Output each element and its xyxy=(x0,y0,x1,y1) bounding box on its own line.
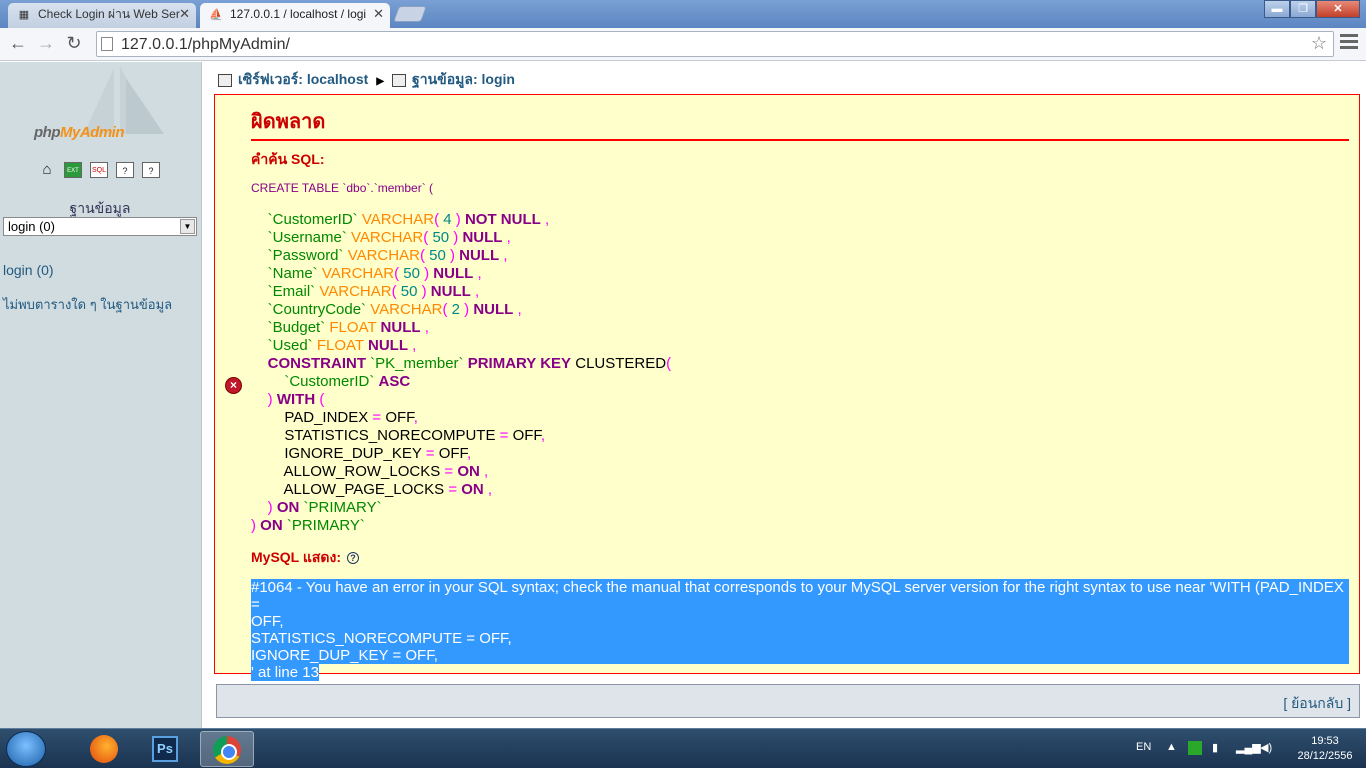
logo-php: php xyxy=(34,124,61,141)
database-link[interactable]: login (0) xyxy=(3,262,54,278)
error-icon: × xyxy=(225,377,242,394)
sql-first-line: CREATE TABLE `dbo`.`member` ( xyxy=(251,181,434,195)
taskbar-chrome[interactable] xyxy=(200,731,254,767)
clock[interactable]: 19:53 28/12/2556 xyxy=(1290,734,1360,764)
mysql-said-text: MySQL แสดง: xyxy=(251,549,342,565)
taskbar-photoshop[interactable]: Ps xyxy=(140,731,194,767)
mysql-said-label: MySQL แสดง:? xyxy=(251,547,360,569)
firefox-icon xyxy=(90,735,118,763)
clock-date: 28/12/2556 xyxy=(1297,750,1353,762)
chevron-down-icon[interactable]: ▼ xyxy=(180,219,195,234)
back-bar: [ ย้อนกลับ ] xyxy=(216,684,1360,718)
tab-label: 127.0.0.1 / localhost / logi xyxy=(230,7,367,21)
volume-icon[interactable]: ◀) xyxy=(1260,741,1272,754)
close-tab-icon[interactable]: ✕ xyxy=(179,3,190,25)
database-select[interactable]: login (0) ▼ xyxy=(3,217,197,236)
server-icon xyxy=(218,73,232,87)
network-app-icon[interactable] xyxy=(1188,741,1202,755)
tab-check-login[interactable]: ▦ Check Login ผ่าน Web Ser ✕ xyxy=(8,3,196,28)
device-icon[interactable]: ▮ xyxy=(1212,741,1218,754)
page-icon xyxy=(101,37,113,51)
browser-toolbar: ← → ↻ 127.0.0.1/phpMyAdmin/ ☆ xyxy=(0,28,1366,61)
sql-query-label: คำค้น SQL: xyxy=(251,151,325,167)
back-arrow-icon[interactable]: ← xyxy=(6,32,30,56)
error-box: ผิดพลาด คำค้น SQL: CREATE TABLE `dbo`.`m… xyxy=(214,94,1360,681)
sql-query-body: `CustomerID` VARCHAR( 4 ) NOT NULL , `Us… xyxy=(251,211,672,534)
close-window-button[interactable]: ✕ xyxy=(1316,0,1360,18)
logo-myadmin: MyAdmin xyxy=(60,124,125,141)
error-line: #1064 - You have an error in your SQL sy… xyxy=(251,579,1349,613)
mysql-error-message: #1064 - You have an error in your SQL sy… xyxy=(251,579,1349,681)
docs-icon[interactable]: ? xyxy=(116,162,134,178)
database-select-value: login (0) xyxy=(8,219,55,234)
error-title: ผิดพลาด xyxy=(251,105,1349,141)
breadcrumb: เซิร์ฟเวอร์: localhost ▶ ฐานข้อมูล: login xyxy=(218,69,515,91)
window-controls: ▬ ❐ ✕ xyxy=(1264,0,1360,18)
minimize-button[interactable]: ▬ xyxy=(1264,0,1290,18)
tab-label: Check Login ผ่าน Web Ser xyxy=(38,7,180,21)
error-line: IGNORE_DUP_KEY = OFF, xyxy=(251,647,1349,664)
clock-time: 19:53 xyxy=(1311,735,1339,747)
breadcrumb-database[interactable]: ฐานข้อมูล: login xyxy=(412,71,515,87)
pma-icon: ⛵ xyxy=(209,9,223,21)
query-icon[interactable]: ? xyxy=(142,162,160,178)
pma-main: เซิร์ฟเวอร์: localhost ▶ ฐานข้อมูล: login … xyxy=(202,62,1366,728)
page-icon: ▦ xyxy=(18,9,30,21)
signal-icon[interactable]: ▂▄▆ xyxy=(1236,741,1261,754)
sidebar-icon-row: ⌂ EXT SQL ? ? xyxy=(38,162,160,178)
sql-icon[interactable]: SQL xyxy=(90,162,108,178)
reload-icon[interactable]: ↻ xyxy=(62,32,86,56)
taskbar-firefox[interactable] xyxy=(78,731,132,767)
browser-tab-strip: ▦ Check Login ผ่าน Web Ser ✕ ⛵ 127.0.0.1… xyxy=(0,0,1366,28)
url-text: 127.0.0.1/phpMyAdmin/ xyxy=(121,36,290,53)
error-line: ' at line 13 xyxy=(251,664,319,681)
close-tab-icon[interactable]: ✕ xyxy=(373,3,384,25)
exit-icon[interactable]: EXT xyxy=(64,162,82,178)
phpmyadmin-logo[interactable]: phpMyAdmin xyxy=(34,124,125,141)
start-button[interactable] xyxy=(6,731,46,767)
new-tab-button[interactable] xyxy=(393,6,427,22)
back-link[interactable]: [ ย้อนกลับ ] xyxy=(1283,693,1351,715)
database-icon xyxy=(392,73,407,87)
tab-phpmyadmin[interactable]: ⛵ 127.0.0.1 / localhost / logi ✕ xyxy=(200,3,390,28)
caret-right-icon: ▶ xyxy=(376,76,385,87)
pma-sidebar: phpMyAdmin ⌂ EXT SQL ? ? ฐานข้อมูล login… xyxy=(0,62,202,728)
maximize-button[interactable]: ❐ xyxy=(1290,0,1316,18)
breadcrumb-server[interactable]: เซิร์ฟเวอร์: localhost xyxy=(238,71,368,87)
menu-icon[interactable] xyxy=(1340,34,1358,50)
home-icon[interactable]: ⌂ xyxy=(38,162,56,178)
taskbar: Ps EN ▲ ▮ ▂▄▆ ◀) 19:53 28/12/2556 xyxy=(0,728,1366,768)
chrome-icon xyxy=(213,736,241,764)
forward-arrow-icon[interactable]: → xyxy=(34,32,58,56)
tray-expand-icon[interactable]: ▲ xyxy=(1166,741,1177,753)
photoshop-icon: Ps xyxy=(152,736,178,762)
error-line: STATISTICS_NORECOMPUTE = OFF, xyxy=(251,630,1349,647)
error-line: OFF, xyxy=(251,613,1349,630)
address-bar[interactable]: 127.0.0.1/phpMyAdmin/ ☆ xyxy=(96,31,1334,57)
language-indicator[interactable]: EN xyxy=(1136,741,1151,753)
bookmark-star-icon[interactable]: ☆ xyxy=(1311,33,1327,54)
no-tables-message: ไม่พบตารางใด ๆ ในฐานข้อมูล xyxy=(3,297,173,312)
help-icon[interactable]: ? xyxy=(347,552,360,565)
